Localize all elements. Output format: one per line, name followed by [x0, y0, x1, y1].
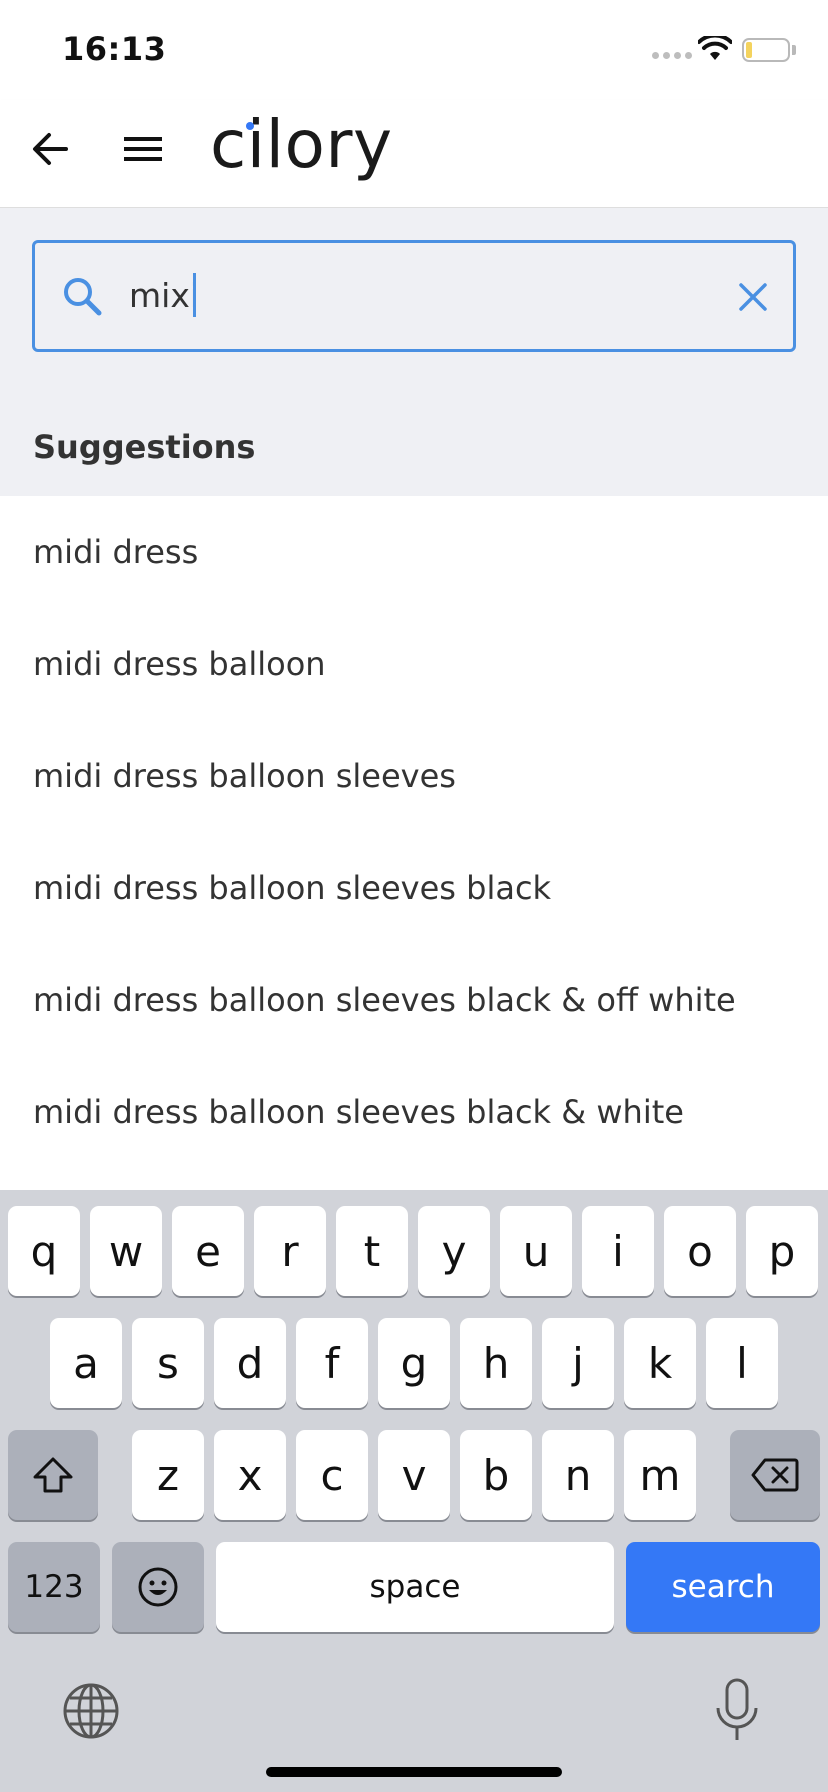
key-j[interactable]: j: [542, 1318, 614, 1408]
key-u[interactable]: u: [500, 1206, 572, 1296]
backspace-icon: [751, 1458, 799, 1492]
suggestion-item[interactable]: midi dress balloon: [0, 608, 828, 720]
backspace-key[interactable]: [730, 1430, 820, 1520]
search-input[interactable]: [129, 265, 689, 325]
key-s[interactable]: s: [132, 1318, 204, 1408]
logo-dot: [246, 122, 254, 130]
back-button[interactable]: [28, 124, 72, 174]
numbers-key[interactable]: 123: [8, 1542, 100, 1632]
key-o[interactable]: o: [664, 1206, 736, 1296]
hamburger-menu-icon: [124, 137, 162, 161]
key-h[interactable]: h: [460, 1318, 532, 1408]
key-d[interactable]: d: [214, 1318, 286, 1408]
status-time: 16:13: [62, 30, 167, 68]
clear-search-button[interactable]: [729, 273, 777, 321]
globe-icon[interactable]: [60, 1680, 122, 1742]
suggestion-item[interactable]: midi dress: [0, 496, 828, 608]
key-t[interactable]: t: [336, 1206, 408, 1296]
suggestion-item[interactable]: midi dress balloon sleeves black: [0, 832, 828, 944]
search-key[interactable]: search: [626, 1542, 820, 1632]
key-z[interactable]: z: [132, 1430, 204, 1520]
key-g[interactable]: g: [378, 1318, 450, 1408]
shift-arrow-icon: [33, 1457, 73, 1493]
key-x[interactable]: x: [214, 1430, 286, 1520]
key-l[interactable]: l: [706, 1318, 778, 1408]
key-r[interactable]: r: [254, 1206, 326, 1296]
back-arrow-icon: [33, 133, 68, 165]
text-caret: [193, 273, 196, 317]
battery-icon: [742, 38, 790, 62]
key-a[interactable]: a: [50, 1318, 122, 1408]
menu-button[interactable]: [120, 124, 166, 174]
onscreen-keyboard: q w e r t y u i o p a s d f g h j k l z …: [0, 1190, 828, 1792]
battery-tip: [792, 45, 796, 55]
shift-key[interactable]: [8, 1430, 98, 1520]
app-header: cilory: [0, 100, 828, 208]
cellular-signal-icon: [652, 52, 692, 59]
key-f[interactable]: f: [296, 1318, 368, 1408]
space-key[interactable]: space: [216, 1542, 614, 1632]
emoji-key[interactable]: [112, 1542, 204, 1632]
close-icon: [739, 283, 767, 311]
suggestion-item[interactable]: midi dress balloon sleeves: [0, 720, 828, 832]
key-p[interactable]: p: [746, 1206, 818, 1296]
suggestion-item[interactable]: midi dress balloon sleeves black & off w…: [0, 944, 828, 1056]
key-q[interactable]: q: [8, 1206, 80, 1296]
key-i[interactable]: i: [582, 1206, 654, 1296]
key-k[interactable]: k: [624, 1318, 696, 1408]
status-bar: 16:13: [0, 0, 828, 100]
key-b[interactable]: b: [460, 1430, 532, 1520]
search-area: Suggestions: [0, 208, 828, 496]
suggestion-item[interactable]: midi dress balloon sleeves black & white: [0, 1056, 828, 1168]
key-m[interactable]: m: [624, 1430, 696, 1520]
wifi-icon: [698, 36, 732, 60]
key-c[interactable]: c: [296, 1430, 368, 1520]
key-e[interactable]: e: [172, 1206, 244, 1296]
suggestions-heading: Suggestions: [33, 428, 256, 466]
search-icon: [64, 278, 102, 316]
home-indicator: [266, 1767, 562, 1777]
key-v[interactable]: v: [378, 1430, 450, 1520]
suggestions-list: midi dress midi dress balloon midi dress…: [0, 496, 828, 1168]
emoji-icon: [138, 1567, 178, 1607]
key-n[interactable]: n: [542, 1430, 614, 1520]
microphone-icon[interactable]: [712, 1678, 762, 1744]
search-box[interactable]: [32, 240, 796, 352]
brand-logo[interactable]: cilory: [210, 106, 393, 183]
key-w[interactable]: w: [90, 1206, 162, 1296]
key-y[interactable]: y: [418, 1206, 490, 1296]
